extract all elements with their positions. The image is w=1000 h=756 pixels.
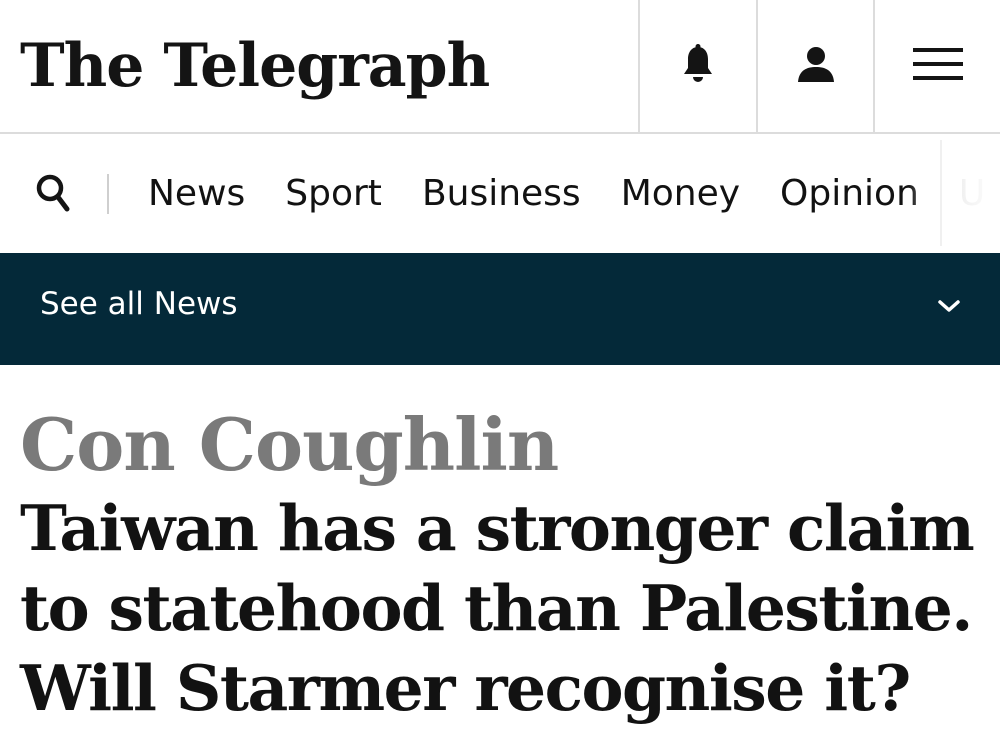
nav-item-opinion[interactable]: Opinion: [780, 173, 919, 214]
menu-button[interactable]: [873, 0, 1000, 132]
search-icon: [35, 173, 71, 218]
section-nav: News Sport Business Money Opinion U: [0, 134, 1000, 252]
nav-item-sport[interactable]: Sport: [285, 173, 382, 214]
see-all-section-toggle[interactable]: See all News: [0, 253, 1000, 365]
nav-item-news[interactable]: News: [148, 173, 245, 214]
see-all-label: See all News: [40, 286, 238, 322]
nav-fade-divider: [940, 140, 942, 246]
nav-item-business[interactable]: Business: [422, 173, 581, 214]
notifications-button[interactable]: [638, 0, 755, 132]
menu-icon: [912, 46, 963, 87]
user-icon: [796, 44, 836, 89]
chevron-down-icon[interactable]: [934, 296, 964, 316]
nav-scroll-fade: [908, 134, 1000, 252]
author-byline[interactable]: Con Coughlin: [20, 402, 559, 487]
account-button[interactable]: [756, 0, 873, 132]
bell-icon: [680, 43, 716, 89]
search-button[interactable]: [30, 172, 76, 218]
nav-items: News Sport Business Money Opinion U: [148, 168, 1000, 218]
nav-divider: [107, 174, 109, 214]
nav-item-money[interactable]: Money: [621, 173, 740, 214]
article-headline: Taiwan has a stronger claim to statehood…: [20, 491, 975, 725]
masthead: The Telegraph: [0, 0, 1000, 134]
telegraph-logo[interactable]: The Telegraph: [20, 14, 490, 118]
